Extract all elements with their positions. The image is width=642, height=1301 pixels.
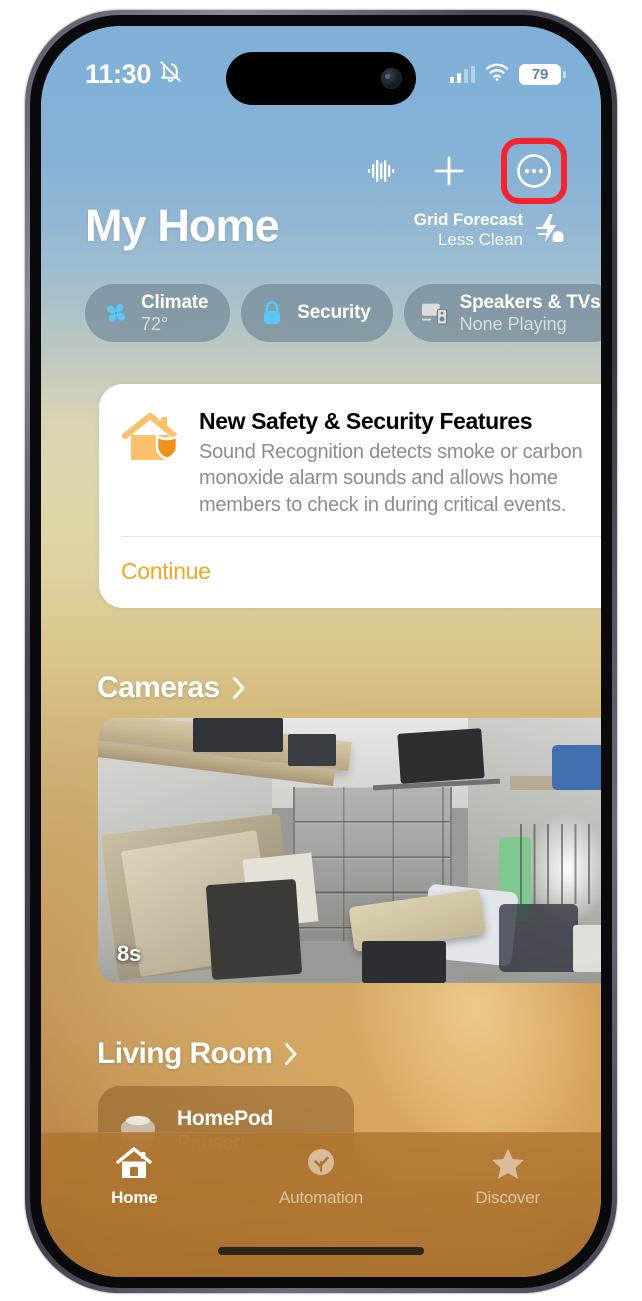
house-shield-icon [121,411,183,467]
dynamic-island [226,52,416,105]
status-bar-right: 79 [449,63,566,86]
ellipsis-circle-icon[interactable] [516,153,552,189]
fan-icon [102,299,130,327]
star-icon [487,1145,529,1183]
bolt-cloud-icon [533,211,567,250]
chevron-right-icon [232,676,246,700]
phone-screen: 11:30 79 My Home Grid Forecast Less Clea… [41,26,601,1277]
tab-discover[interactable]: Discover [414,1145,601,1208]
chevron-right-icon [284,1042,298,1066]
battery-icon: 79 [519,63,566,85]
status-pill-row: Climate 72° Security Speakers & TVs None… [41,284,601,342]
pill-climate-title: Climate [141,292,209,314]
camera-snapshot-image [98,718,601,983]
safety-card-description: Sound Recognition detects smoke or carbo… [199,440,583,516]
tab-automation[interactable]: Automation [228,1145,415,1208]
safety-card-continue-button[interactable]: Continue [99,537,601,608]
pill-security[interactable]: Security [241,284,393,342]
clock-check-icon [300,1145,342,1183]
tab-automation-label: Automation [279,1188,363,1207]
safety-card-text: New Safety & Security Features Sound Rec… [199,408,601,518]
house-icon [113,1145,155,1183]
safety-card-body: New Safety & Security Features Sound Rec… [99,384,601,536]
phone-frame: 11:30 79 My Home Grid Forecast Less Clea… [25,10,617,1293]
living-room-section-header[interactable]: Living Room [97,1037,298,1071]
page-title: My Home [85,200,280,251]
grid-forecast[interactable]: Grid Forecast Less Clean [414,202,567,250]
grid-forecast-label: Grid Forecast [413,210,523,229]
grid-forecast-value: Less Clean [437,230,523,250]
camera-timestamp-badge: 8s [117,941,142,966]
intercom-waveform-icon[interactable] [363,154,397,188]
pill-security-text: Security [297,302,371,324]
tab-home-label: Home [111,1188,158,1207]
cameras-section-header[interactable]: Cameras [97,671,246,705]
lock-icon [258,299,286,327]
front-camera-icon [381,68,402,89]
grid-forecast-text: Grid Forecast Less Clean [414,210,523,250]
more-options-highlight [501,138,567,204]
homepod-name: HomePod [177,1107,273,1131]
wifi-icon [485,63,509,86]
pill-security-title: Security [297,302,371,324]
pill-climate-text: Climate 72° [141,292,208,333]
pill-climate[interactable]: Climate 72° [85,284,231,342]
home-header: My Home Grid Forecast Less Clean [41,202,601,250]
safety-card-title: New Safety & Security Features [199,408,533,434]
cameras-section-title: Cameras [97,671,220,704]
pill-speakers-tvs-subtitle: None Playing [459,313,567,334]
plus-icon[interactable] [431,153,467,189]
pill-speakers-tvs[interactable]: Speakers & TVs None Playing [403,284,601,342]
safety-security-card: New Safety & Security Features Sound Rec… [99,384,601,609]
battery-level: 79 [531,65,549,83]
pill-speakers-tvs-text: Speakers & TVs None Playing [460,292,601,333]
pill-climate-subtitle: 72° [141,313,169,334]
pill-speakers-tvs-title: Speakers & TVs [459,292,601,314]
tab-home[interactable]: Home [41,1145,228,1208]
tab-bar: Home Automation Discover [41,1132,601,1277]
tab-discover-label: Discover [475,1188,540,1207]
tv-speaker-icon [421,299,449,327]
cellular-bars-icon [449,65,475,83]
living-room-section-title: Living Room [97,1037,273,1070]
status-bar-left: 11:30 [85,59,183,90]
phone-bezel: 11:30 79 My Home Grid Forecast Less Clea… [30,15,612,1288]
status-time: 11:30 [85,58,152,89]
top-action-bar [363,138,567,204]
home-indicator[interactable] [218,1247,424,1255]
bell-slash-icon [158,59,183,89]
camera-tile-garage[interactable]: 8s [98,718,601,983]
